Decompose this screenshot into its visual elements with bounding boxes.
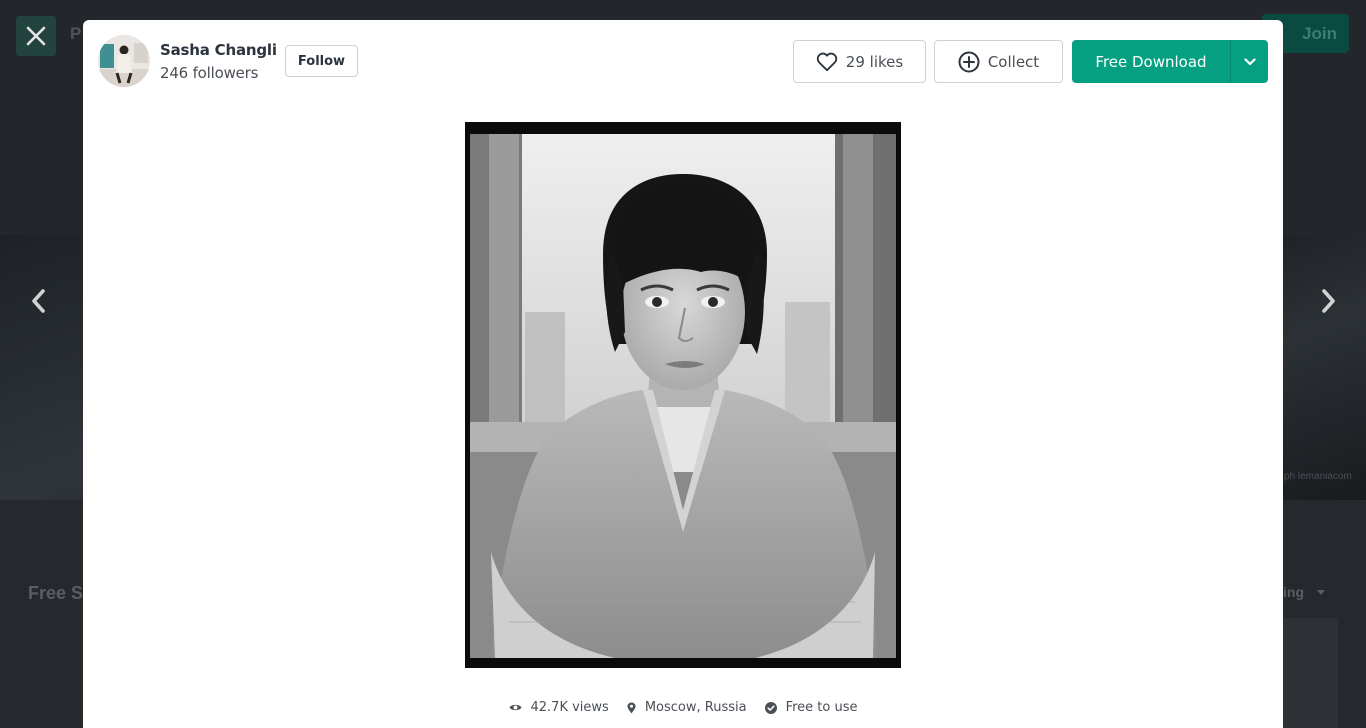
background-section-title: Free S <box>28 583 84 603</box>
heart-icon <box>816 52 837 71</box>
location-label: Moscow, Russia <box>644 700 747 715</box>
close-button[interactable] <box>16 16 56 56</box>
download-button-group: Free Download <box>1072 40 1268 83</box>
collect-button[interactable]: Collect <box>934 40 1063 83</box>
photo-meta: 42.7K views Moscow, Russia Free to use <box>83 700 1283 715</box>
background-photo-card <box>1283 618 1338 728</box>
portrait-image <box>465 122 901 668</box>
background-photo-credit: ph lemaniacom <box>1284 471 1352 482</box>
like-button-label: 29 likes <box>845 52 904 71</box>
follow-button[interactable]: Follow <box>285 45 358 77</box>
background-header-text: P <box>70 24 82 43</box>
collect-button-label: Collect <box>987 52 1040 71</box>
location-stat[interactable]: Moscow, Russia <box>627 700 747 715</box>
close-icon <box>26 26 46 46</box>
main-photo[interactable] <box>465 122 901 668</box>
plus-circle-icon <box>958 51 980 72</box>
views-count: 42.7K views <box>530 700 609 715</box>
license-label: Free to use <box>785 700 858 715</box>
chevron-right-icon <box>1322 289 1335 313</box>
avatar[interactable] <box>98 35 150 87</box>
check-circle-icon <box>764 701 777 714</box>
chevron-down-icon <box>1243 57 1256 65</box>
download-options-button[interactable] <box>1231 40 1268 83</box>
photo-modal: Sasha Changli 246 followers Follow 29 li… <box>83 20 1283 728</box>
avatar-image <box>98 35 150 87</box>
views-stat: 42.7K views <box>509 700 609 715</box>
author-followers: 246 followers <box>160 64 259 82</box>
license-stat[interactable]: Free to use <box>764 700 858 715</box>
background-sort-label: ing <box>1283 584 1304 600</box>
background-sort-caret-icon <box>1317 590 1325 595</box>
author-block: Sasha Changli 246 followers <box>98 35 277 87</box>
like-button[interactable]: 29 likes <box>793 40 926 83</box>
eye-icon <box>509 704 521 711</box>
next-photo-button[interactable] <box>1312 284 1346 318</box>
previous-photo-button[interactable] <box>21 284 55 318</box>
map-pin-icon <box>627 702 636 713</box>
author-name[interactable]: Sasha Changli <box>160 41 277 59</box>
chevron-left-icon <box>32 289 45 313</box>
free-download-button[interactable]: Free Download <box>1072 40 1230 83</box>
